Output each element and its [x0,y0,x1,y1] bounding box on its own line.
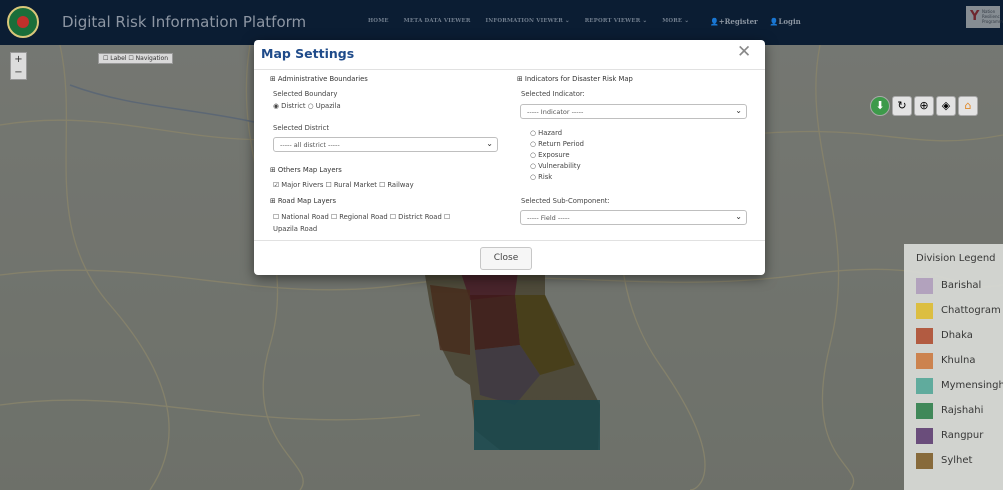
legend-item: Dhaka [916,328,1003,344]
main-nav: HOME META DATA VIEWER INFORMATION VIEWER… [368,18,704,24]
sub-component-select[interactable]: ----- Field ----- ⌄ [520,210,747,225]
login-link[interactable]: 👤Login [770,17,801,26]
home-icon[interactable]: ⌂ [958,96,978,116]
legend-item: Sylhet [916,453,1003,469]
app-title[interactable]: Digital Risk Information Platform [62,13,306,31]
nav-report-viewer[interactable]: REPORT VIEWER ⌄ [585,18,647,24]
division-legend: Division Legend Barishal Chattogram Dhak… [904,244,1003,490]
road-layers-checkboxes-cont[interactable]: Upazila Road [273,225,317,233]
modal-title: Map Settings [261,46,355,61]
legend-swatch [916,378,933,394]
others-layers-checkboxes[interactable]: ☑ Major Rivers ☐ Rural Market ☐ Railway [273,181,414,189]
legend-item: Chattogram [916,303,1003,319]
legend-title: Division Legend [916,253,996,264]
indicators-header[interactable]: ⊞ Indicators for Disaster Risk Map [517,75,633,83]
layers-icon[interactable]: ◈ [936,96,956,116]
legend-swatch [916,353,933,369]
map-settings-modal: Map Settings ✕ ⊞ Administrative Boundari… [254,40,765,275]
selected-district-label: Selected District [273,124,330,132]
globe-icon[interactable]: ⊕ [914,96,934,116]
nav-more[interactable]: MORE ⌄ [662,18,689,24]
boundary-radio-group[interactable]: ◉ District ○ Upazila [273,102,341,110]
road-layers-header[interactable]: ⊞ Road Map Layers [270,197,336,205]
government-logo-icon[interactable] [7,6,39,38]
chevron-down-icon: ⌄ [486,139,493,148]
legend-item: Rangpur [916,428,1003,444]
radio-exposure[interactable]: ○ Exposure [530,151,570,159]
auth-links: 👤+Register 👤Login [710,17,801,26]
divider [254,69,765,70]
district-select[interactable]: ----- all district ----- ⌄ [273,137,498,152]
admin-boundaries-header[interactable]: ⊞ Administrative Boundaries [270,75,368,83]
chevron-down-icon: ⌄ [735,212,742,221]
top-navbar: Digital Risk Information Platform HOME M… [0,0,1003,45]
label-navigation-toggle[interactable]: ☐ Label ☐ Navigation [98,53,174,64]
legend-item: Rajshahi [916,403,1003,419]
radio-vulnerability[interactable]: ○ Vulnerability [530,162,581,170]
radio-risk[interactable]: ○ Risk [530,173,552,181]
zoom-in-button[interactable]: + [11,53,26,66]
sub-component-label: Selected Sub-Component: [521,197,610,205]
close-icon[interactable]: ✕ [737,44,751,61]
close-button[interactable]: Close [480,247,532,270]
legend-swatch [916,328,933,344]
nav-meta-data-viewer[interactable]: META DATA VIEWER [404,18,471,24]
download-icon[interactable]: ⬇ [870,96,890,116]
radio-hazard[interactable]: ○ Hazard [530,129,562,137]
register-link[interactable]: 👤+Register [710,17,758,26]
legend-item: Khulna [916,353,1003,369]
map-toolbar: ⬇ ↻ ⊕ ◈ ⌂ [870,96,978,116]
refresh-icon[interactable]: ↻ [892,96,912,116]
legend-swatch [916,303,933,319]
legend-swatch [916,278,933,294]
divider [254,240,765,241]
radio-return-period[interactable]: ○ Return Period [530,140,584,148]
indicator-select[interactable]: ----- Indicator ----- ⌄ [520,104,747,119]
legend-item: Mymensingh [916,378,1003,394]
nav-home[interactable]: HOME [368,18,389,24]
selected-boundary-label: Selected Boundary [273,90,338,98]
selected-indicator-label: Selected Indicator: [521,90,585,98]
chevron-down-icon: ⌄ [735,106,742,115]
nav-information-viewer[interactable]: INFORMATION VIEWER ⌄ [486,18,570,24]
legend-swatch [916,428,933,444]
partner-logo: Y Nation Resilienc Programm [966,6,1003,28]
others-layers-header[interactable]: ⊞ Others Map Layers [270,166,342,174]
zoom-out-button[interactable]: − [11,66,26,79]
add-user-icon: 👤+ [710,17,725,26]
road-layers-checkboxes[interactable]: ☐ National Road ☐ Regional Road ☐ Distri… [273,213,450,221]
zoom-control: + − [10,52,27,80]
legend-swatch [916,453,933,469]
legend-swatch [916,403,933,419]
legend-item: Barishal [916,278,1003,294]
